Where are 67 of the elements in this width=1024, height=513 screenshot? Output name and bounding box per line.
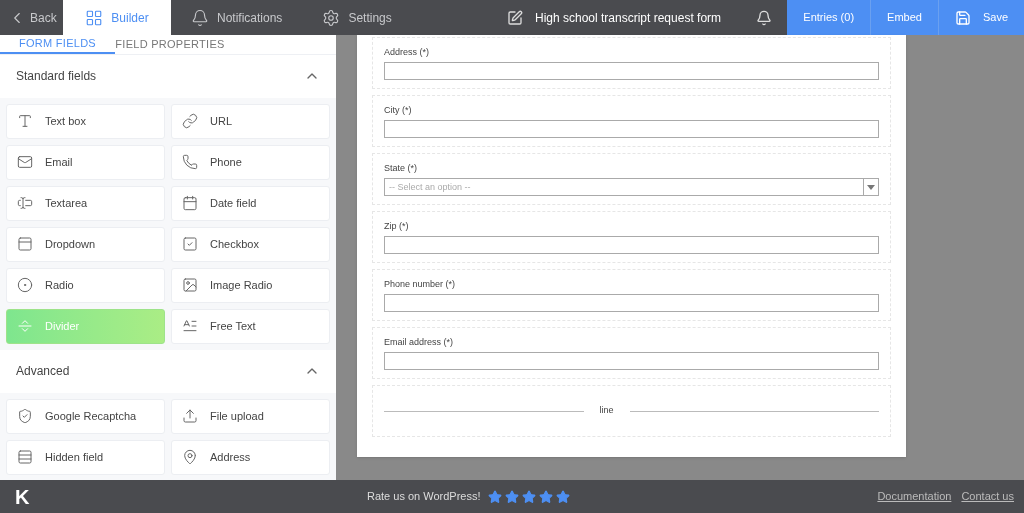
blocks-icon (85, 8, 104, 27)
field-type-button[interactable]: Text box (6, 103, 165, 139)
field-type-button[interactable]: File upload (171, 398, 330, 434)
text-field[interactable] (384, 236, 879, 255)
field-label: City (*) (384, 103, 413, 117)
bell-icon[interactable] (756, 9, 773, 26)
field-type-button[interactable]: Free Text (171, 308, 330, 344)
star-icon (555, 489, 570, 504)
upload-icon (182, 408, 198, 424)
field-type-button[interactable]: Textarea (6, 185, 165, 221)
shield-icon (17, 408, 33, 424)
nav-tab[interactable]: Back (0, 0, 63, 35)
field-type-button[interactable]: Google Recaptcha (6, 398, 165, 434)
text-field[interactable] (384, 294, 879, 313)
rows-icon (17, 449, 33, 465)
phone-icon (182, 154, 198, 170)
text-icon (182, 318, 198, 334)
nav-tab[interactable]: Settings (302, 0, 412, 35)
calendar-icon (182, 195, 198, 211)
logo: K (14, 484, 31, 510)
field-type-button[interactable]: Phone (171, 144, 330, 180)
field-type-button[interactable]: Checkbox (171, 226, 330, 262)
star-icon (487, 489, 502, 504)
field-type-button[interactable]: Image Radio (171, 267, 330, 303)
dropdown-icon (17, 236, 33, 252)
divider-icon (17, 318, 33, 334)
field-type-button[interactable]: URL (171, 103, 330, 139)
settings-icon (322, 8, 341, 27)
field-type-button[interactable]: Radio (6, 267, 165, 303)
field-type-button[interactable]: Date field (171, 185, 330, 221)
section-header[interactable]: Standard fields (0, 54, 336, 98)
edit-icon[interactable] (507, 9, 523, 26)
text-field[interactable] (384, 120, 879, 139)
radio-icon (17, 277, 33, 293)
text-icon (17, 113, 33, 129)
nav-tab[interactable]: Notifications (171, 0, 303, 35)
dropdown-arrow-icon (867, 184, 875, 190)
field-label: Zip (*) (384, 219, 410, 233)
field-label: Phone number (*) (384, 277, 457, 291)
field-type-button[interactable]: Hidden field (6, 439, 165, 475)
field-type-button[interactable]: Email (6, 144, 165, 180)
checkbox-icon (182, 236, 198, 252)
field-label: Email address (*) (384, 335, 455, 349)
section-header[interactable]: Advanced (0, 349, 336, 393)
field-label: State (*) (384, 161, 418, 175)
link-icon (182, 113, 198, 129)
form-title: High school transcript request form (535, 9, 722, 27)
text-cursor-icon (17, 195, 33, 211)
rate-text: Rate us on WordPress! (367, 489, 481, 505)
save-icon (954, 9, 971, 26)
star-icon (504, 489, 519, 504)
field-type-button[interactable]: Address (171, 439, 330, 475)
text-field[interactable] (384, 62, 879, 81)
field-label: Address (*) (384, 45, 430, 59)
bell-icon (191, 8, 209, 27)
divider-label: line (599, 404, 614, 418)
map-pin-icon (182, 449, 198, 465)
image-icon (182, 277, 198, 293)
field-type-button[interactable]: Dropdown (6, 226, 165, 262)
star-icon (521, 489, 536, 504)
envelope-icon (17, 154, 33, 170)
sidebar-tab[interactable]: FIELD PROPERTIES (115, 35, 225, 54)
text-field[interactable] (384, 352, 879, 371)
star-rating[interactable] (487, 489, 570, 504)
footer-link[interactable]: Documentation (877, 488, 952, 505)
star-icon (538, 489, 553, 504)
footer-link[interactable]: Contact us (961, 488, 1014, 505)
